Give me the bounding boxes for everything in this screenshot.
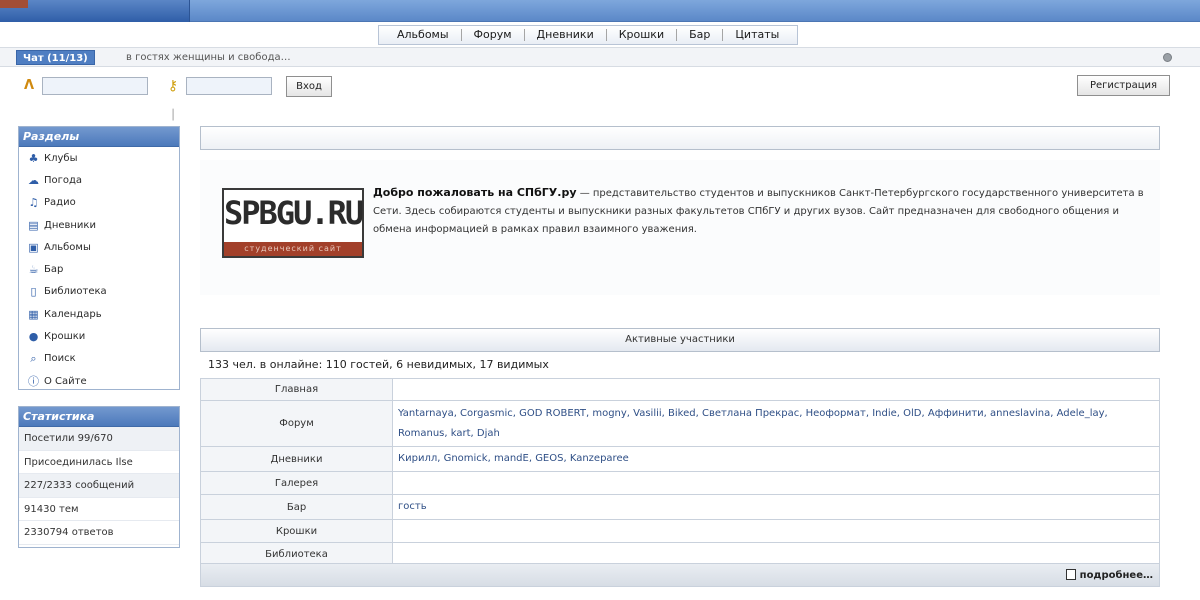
names-cell bbox=[392, 471, 1160, 495]
welcome-panel: SPBGU.RU студенческий сайт Добро пожалов… bbox=[200, 160, 1160, 295]
stat-replies: 2330794 ответов bbox=[19, 521, 179, 545]
header-logo-block[interactable] bbox=[0, 0, 190, 22]
login-button[interactable]: Вход bbox=[286, 76, 332, 97]
site-logo-text: SPBGU.RU bbox=[224, 194, 364, 232]
sidebar-item-albums[interactable]: ▣ Альбомы bbox=[19, 236, 179, 258]
register-button[interactable]: Регистрация bbox=[1077, 75, 1170, 96]
sections-panel: Разделы ♣ Клубы ☁ Погода ♫ Радио ▤ Дневники … bbox=[18, 126, 180, 390]
crumbs-icon: ● bbox=[28, 330, 39, 344]
names-cell bbox=[392, 378, 1160, 401]
sidebar-item-about[interactable]: ⓘ О Сайте bbox=[19, 370, 179, 392]
sections-title: Разделы bbox=[19, 127, 179, 147]
names-cell[interactable]: Кирилл, Gnomick, mandE, GEOS, Kanzeparee bbox=[392, 446, 1160, 472]
nav-diaries[interactable]: Дневники bbox=[525, 29, 607, 41]
active-users-table: Главная Форум Yantarnaya, Corgasmic, GOD… bbox=[200, 378, 1160, 566]
user-icon: Ʌ bbox=[23, 78, 35, 93]
clubs-icon: ♣ bbox=[28, 151, 39, 165]
nav-albums[interactable]: Альбомы bbox=[385, 29, 462, 41]
weather-icon: ☁ bbox=[28, 173, 39, 187]
active-users-footer: подробнее… bbox=[200, 563, 1160, 587]
section-cell[interactable]: Форум bbox=[200, 400, 393, 447]
welcome-intro: Добро пожаловать на СПбГУ.ру bbox=[373, 186, 577, 199]
sidebar-item-search[interactable]: ⌕ Поиск bbox=[19, 348, 179, 370]
nav-crumbs[interactable]: Крошки bbox=[607, 29, 678, 41]
diary-icon: ▤ bbox=[28, 218, 39, 232]
welcome-text: Добро пожаловать на СПбГУ.ру — представи… bbox=[373, 184, 1148, 239]
section-cell[interactable]: Дневники bbox=[200, 446, 393, 472]
stats-title: Статистика bbox=[19, 407, 179, 427]
main-top-bar bbox=[200, 126, 1160, 150]
table-row: Галерея bbox=[200, 471, 1160, 495]
info-icon: ⓘ bbox=[28, 374, 39, 388]
nav-forum[interactable]: Форум bbox=[462, 29, 525, 41]
sidebar-item-crumbs[interactable]: ● Крошки bbox=[19, 325, 179, 347]
nav-bar[interactable]: Бар bbox=[677, 29, 724, 41]
login-row: Ʌ ⚷ Вход Регистрация bbox=[0, 72, 1200, 102]
chat-bar: Чат (11/13) в гостях женщины и свобода… bbox=[0, 47, 1200, 67]
stat-messages: 227/2333 сообщений bbox=[19, 474, 179, 498]
table-row: Форум Yantarnaya, Corgasmic, GOD ROBERT,… bbox=[200, 400, 1160, 447]
table-row: Главная bbox=[200, 378, 1160, 401]
more-link[interactable]: подробнее… bbox=[1065, 569, 1153, 581]
sidebar-item-weather[interactable]: ☁ Погода bbox=[19, 169, 179, 191]
chat-tab[interactable]: Чат (11/13) bbox=[16, 50, 95, 65]
names-cell[interactable]: Yantarnaya, Corgasmic, GOD ROBERT, mogny… bbox=[392, 400, 1160, 447]
username-input[interactable] bbox=[42, 77, 148, 95]
names-cell: гость bbox=[392, 494, 1160, 520]
status-dot-icon[interactable] bbox=[1163, 53, 1172, 62]
table-row: Крошки bbox=[200, 519, 1160, 543]
scroll-marker: │ bbox=[170, 110, 177, 121]
top-banner bbox=[0, 0, 1200, 22]
stat-visitors: Посетили 99/670 bbox=[19, 427, 179, 451]
site-logo[interactable]: SPBGU.RU студенческий сайт bbox=[222, 188, 364, 258]
sidebar-item-bar[interactable]: ☕ Бар bbox=[19, 258, 179, 280]
stat-topics: 91430 тем bbox=[19, 498, 179, 521]
document-icon bbox=[1065, 569, 1076, 580]
main-nav: Альбомы Форум Дневники Крошки Бар Цитаты bbox=[378, 25, 799, 45]
sidebar-item-clubs[interactable]: ♣ Клубы bbox=[19, 147, 179, 169]
active-users-header: Активные участники bbox=[200, 328, 1160, 352]
chat-marquee: в гостях женщины и свобода… bbox=[126, 52, 291, 63]
section-cell[interactable]: Главная bbox=[200, 378, 393, 401]
bar-icon: ☕ bbox=[28, 263, 39, 277]
header-logo-corner bbox=[0, 0, 28, 8]
key-icon: ⚷ bbox=[167, 78, 179, 94]
search-icon: ⌕ bbox=[30, 352, 37, 366]
table-row: Бар гость bbox=[200, 494, 1160, 520]
names-cell bbox=[392, 519, 1160, 543]
sidebar-item-radio[interactable]: ♫ Радио bbox=[19, 192, 179, 214]
section-cell[interactable]: Бар bbox=[200, 494, 393, 520]
sidebar-item-diaries[interactable]: ▤ Дневники bbox=[19, 214, 179, 236]
section-cell[interactable]: Галерея bbox=[200, 471, 393, 495]
table-row: Дневники Кирилл, Gnomick, mandE, GEOS, K… bbox=[200, 446, 1160, 472]
online-summary: 133 чел. в онлайне: 110 гостей, 6 невиди… bbox=[208, 358, 549, 371]
radio-icon: ♫ bbox=[28, 196, 39, 210]
sidebar-item-library[interactable]: ▯ Библиотека bbox=[19, 281, 179, 303]
stats-panel: Статистика Посетили 99/670 Присоединилас… bbox=[18, 406, 180, 548]
library-icon: ▯ bbox=[30, 285, 37, 299]
site-logo-strip: студенческий сайт bbox=[224, 242, 362, 256]
nav-quotes[interactable]: Цитаты bbox=[723, 29, 791, 41]
calendar-icon: ▦ bbox=[28, 307, 39, 321]
sidebar-item-calendar[interactable]: ▦ Календарь bbox=[19, 303, 179, 325]
album-icon: ▣ bbox=[28, 240, 39, 254]
section-cell[interactable]: Крошки bbox=[200, 519, 393, 543]
password-input[interactable] bbox=[186, 77, 272, 95]
stat-newest-member[interactable]: Присоединилась Ilse bbox=[19, 451, 179, 474]
